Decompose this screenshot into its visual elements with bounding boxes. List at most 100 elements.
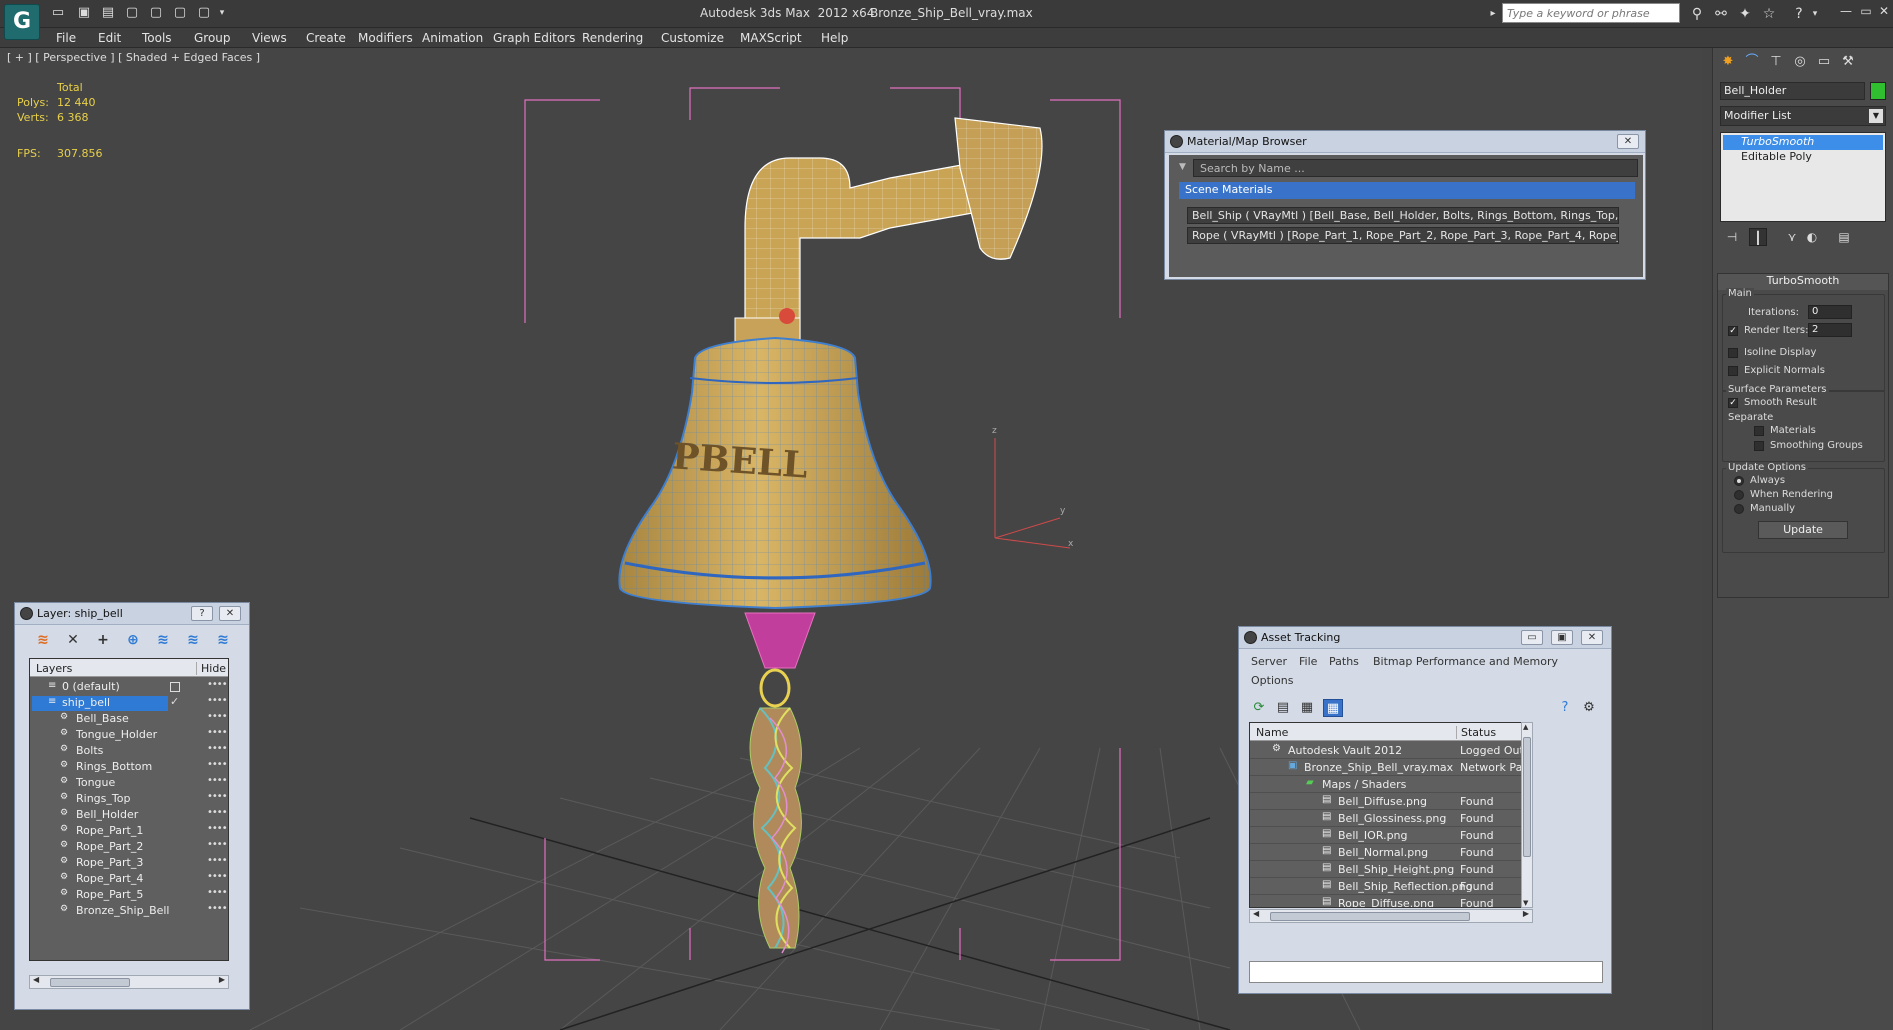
layer-row-default[interactable]: ≡ 0 (default) •••••: [30, 679, 228, 695]
asset-row-maps-shaders[interactable]: ▰ Maps / Shaders: [1250, 777, 1530, 793]
isoline-checkbox[interactable]: [1728, 348, 1738, 358]
modifier-list-dropdown[interactable]: Modifier List ▼: [1720, 106, 1886, 126]
asset-row[interactable]: ▤ Bell_Glossiness.png Found: [1250, 811, 1530, 827]
active-layer-checkbox[interactable]: [170, 682, 180, 692]
menu-animation[interactable]: Animation: [422, 31, 483, 45]
settings-icon[interactable]: ⚙: [1579, 699, 1599, 717]
smooth-result-checkbox[interactable]: ✓: [1728, 398, 1738, 408]
hide-toggle[interactable]: •••••: [207, 871, 228, 882]
asset-row-max-file[interactable]: ▣ Bronze_Ship_Bell_vray.max Network Path: [1250, 760, 1530, 776]
asset-table-hscroll[interactable]: ◀ ▶: [1249, 909, 1533, 923]
hide-all-icon[interactable]: ≋: [183, 631, 203, 649]
favorites-star-icon[interactable]: ☆: [1760, 5, 1778, 23]
delete-layer-icon[interactable]: ✕: [63, 631, 83, 649]
scroll-left-icon[interactable]: ◀: [1253, 909, 1259, 918]
asset-row[interactable]: ▤ Bell_Ship_Reflection.png Found: [1250, 879, 1530, 895]
scroll-up-icon[interactable]: ▲: [1523, 723, 1528, 731]
at-menu-paths[interactable]: Paths: [1329, 655, 1359, 668]
materials-checkbox[interactable]: [1754, 426, 1764, 436]
menu-customize[interactable]: Customize: [661, 31, 724, 45]
scroll-thumb[interactable]: [50, 978, 130, 987]
menu-file[interactable]: File: [56, 31, 76, 45]
hide-toggle[interactable]: •••••: [207, 791, 228, 802]
layer-object-row[interactable]: ⚙ Rope_Part_1 •••••: [30, 823, 228, 839]
minimize-icon[interactable]: —: [1836, 4, 1856, 22]
minimize-icon[interactable]: ▭: [1521, 630, 1543, 645]
name-column-header[interactable]: Name: [1256, 726, 1288, 739]
scroll-thumb[interactable]: [1523, 737, 1531, 857]
scroll-right-icon[interactable]: ▶: [1523, 909, 1529, 918]
highlight-layer-icon[interactable]: ≋: [153, 631, 173, 649]
layer-object-row[interactable]: ⚙ Tongue •••••: [30, 775, 228, 791]
close-icon[interactable]: ✕: [1874, 4, 1893, 22]
layer-object-row[interactable]: ⚙ Rings_Bottom •••••: [30, 759, 228, 775]
modifier-stack[interactable]: TurboSmooth Editable Poly: [1720, 132, 1886, 222]
render-iters-spinner[interactable]: 2: [1808, 323, 1852, 337]
freeze-all-icon[interactable]: ≋: [213, 631, 233, 649]
stack-item-turbosmooth[interactable]: TurboSmooth: [1723, 135, 1883, 150]
at-menu-file[interactable]: File: [1299, 655, 1317, 668]
help-icon[interactable]: ?: [191, 606, 213, 621]
at-menu-options[interactable]: Options: [1251, 674, 1293, 687]
pin-stack-icon[interactable]: ⊣: [1723, 228, 1741, 246]
select-objects-icon[interactable]: ⊕: [123, 631, 143, 649]
save-file-icon[interactable]: ▣: [76, 5, 92, 21]
explicit-normals-checkbox[interactable]: [1728, 366, 1738, 376]
hide-toggle[interactable]: •••••: [207, 679, 228, 690]
hide-toggle[interactable]: •••••: [207, 887, 228, 898]
help-dropdown-icon[interactable]: ▾: [1806, 5, 1824, 23]
utilities-tab-icon[interactable]: ⚒: [1837, 52, 1859, 72]
hide-toggle[interactable]: •••••: [207, 743, 228, 754]
close-icon[interactable]: ✕: [1581, 630, 1603, 645]
menu-views[interactable]: Views: [252, 31, 287, 45]
hide-toggle[interactable]: •••••: [207, 711, 228, 722]
menu-graph-editors[interactable]: Graph Editors: [493, 31, 575, 45]
table-view-icon[interactable]: ▦: [1297, 699, 1317, 717]
search-expand-icon[interactable]: ▸: [1484, 5, 1502, 23]
layer-object-row[interactable]: ⚙ Tongue_Holder •••••: [30, 727, 228, 743]
layer-object-row[interactable]: ⚙ Rings_Top •••••: [30, 791, 228, 807]
hide-toggle[interactable]: •••••: [207, 759, 228, 770]
layer-object-row[interactable]: ⚙ Rope_Part_3 •••••: [30, 855, 228, 871]
scroll-right-icon[interactable]: ▶: [219, 975, 225, 984]
project-folder-icon[interactable]: ▢: [196, 5, 212, 21]
stack-item-editable-poly[interactable]: Editable Poly: [1723, 150, 1883, 165]
menu-tools[interactable]: Tools: [142, 31, 172, 45]
hold-icon[interactable]: ▢: [172, 5, 188, 21]
hide-toggle[interactable]: •••••: [207, 823, 228, 834]
menu-help[interactable]: Help: [821, 31, 848, 45]
smoothing-groups-checkbox[interactable]: [1754, 441, 1764, 451]
quick-access-dropdown-icon[interactable]: ▾: [214, 5, 230, 21]
always-radio[interactable]: [1734, 476, 1744, 486]
search-options-dropdown-icon[interactable]: ▼: [1179, 162, 1186, 172]
hide-column-header[interactable]: Hide: [196, 662, 226, 675]
object-name-field[interactable]: Bell_Holder: [1720, 82, 1865, 100]
maximize-icon[interactable]: ▭: [1856, 4, 1876, 22]
when-rendering-radio[interactable]: [1734, 490, 1744, 500]
show-end-result-icon[interactable]: ┃: [1749, 228, 1767, 246]
open-file-icon[interactable]: ▭: [50, 5, 66, 21]
hide-toggle[interactable]: •••••: [207, 775, 228, 786]
add-to-layer-icon[interactable]: +: [93, 631, 113, 649]
scene-materials-group[interactable]: Scene Materials: [1179, 182, 1635, 199]
at-menu-bitmap-performance[interactable]: Bitmap Performance and Memory: [1373, 655, 1558, 668]
layer-object-row[interactable]: ⚙ Bronze_Ship_Bell •••••: [30, 903, 228, 919]
subscription-icon[interactable]: ⚯: [1712, 5, 1730, 23]
maximize-icon[interactable]: ▣: [1551, 630, 1573, 645]
hide-toggle[interactable]: •••••: [207, 855, 228, 866]
layer-object-row[interactable]: ⚙ Bolts •••••: [30, 743, 228, 759]
display-tab-icon[interactable]: ▭: [1813, 52, 1835, 72]
layer-dialog-titlebar[interactable]: Layer: ship_bell ? ✕: [15, 603, 249, 625]
layer-object-row[interactable]: ⚙ Rope_Part_4 •••••: [30, 871, 228, 887]
hide-toggle[interactable]: •••••: [207, 903, 228, 914]
menu-maxscript[interactable]: MAXScript: [740, 31, 802, 45]
layer-object-row[interactable]: ⚙ Bell_Holder •••••: [30, 807, 228, 823]
update-button[interactable]: Update: [1758, 521, 1848, 539]
asset-tracking-titlebar[interactable]: Asset Tracking ▭ ▣ ✕: [1239, 627, 1611, 649]
asset-row[interactable]: ▤ Bell_IOR.png Found: [1250, 828, 1530, 844]
material-row-rope[interactable]: Rope ( VRayMtl ) [Rope_Part_1, Rope_Part…: [1187, 227, 1619, 244]
menu-group[interactable]: Group: [194, 31, 231, 45]
scroll-thumb[interactable]: [1270, 912, 1470, 921]
configure-sets-icon[interactable]: ▤: [1835, 228, 1853, 246]
layer-object-row[interactable]: ⚙ Rope_Part_2 •••••: [30, 839, 228, 855]
